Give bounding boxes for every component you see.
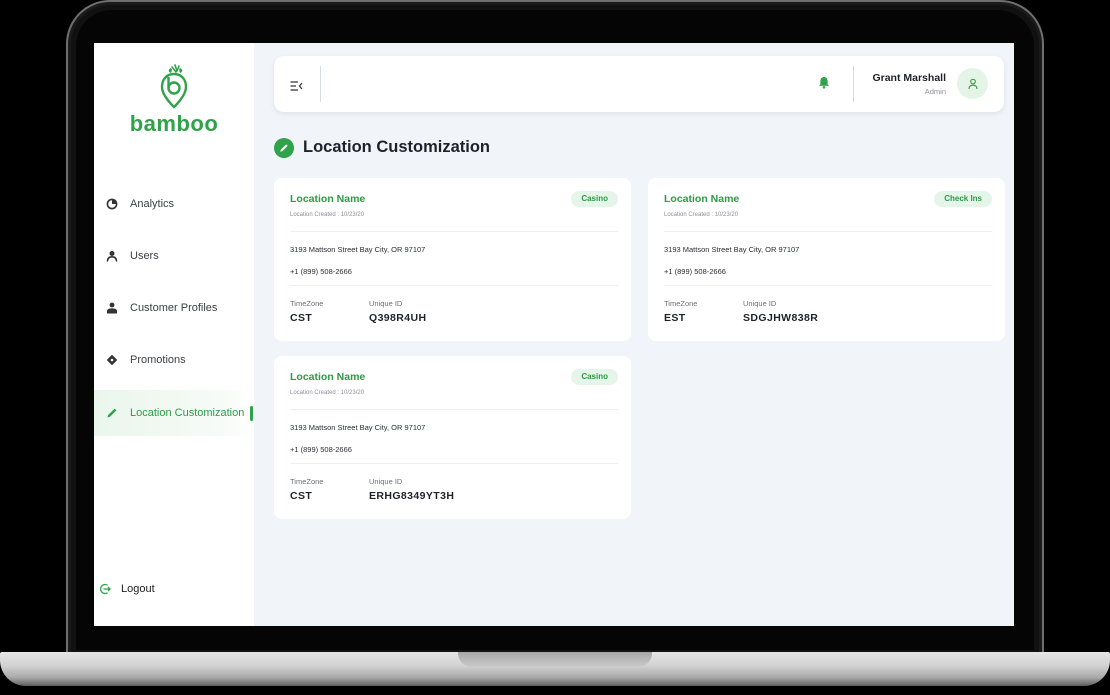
category-badge: Casino — [571, 191, 618, 207]
timezone-label: TimeZone — [664, 299, 698, 308]
logout-icon — [99, 583, 111, 595]
location-card[interactable]: Location Name Location Created : 10/23/2… — [274, 356, 631, 519]
location-created: Location Created : 10/23/20 — [290, 212, 365, 218]
location-created: Location Created : 10/23/20 — [290, 390, 365, 396]
sidebar-item-label: Promotions — [130, 354, 186, 366]
sidebar-item-label: Customer Profiles — [130, 302, 218, 314]
user-name[interactable]: Grant Marshall — [872, 72, 946, 84]
app-screen: bamboo Analytics Users Customer Profiles — [94, 43, 1014, 626]
location-address: 3193 Mattson Street Bay City, OR 97107 — [664, 245, 800, 254]
tag-icon — [104, 352, 120, 368]
sidebar-item-label: Location Customization — [130, 407, 245, 419]
location-phone: +1 (899) 508-2666 — [664, 267, 726, 276]
profiles-icon — [104, 300, 120, 316]
user-avatar-icon — [967, 78, 978, 89]
category-badge: Check Ins — [934, 191, 992, 207]
location-name[interactable]: Location Name — [290, 193, 365, 205]
location-phone: +1 (899) 508-2666 — [290, 445, 352, 454]
pie-chart-icon — [104, 196, 120, 212]
unique-id-value: SDGJHW838R — [743, 312, 819, 324]
location-phone: +1 (899) 508-2666 — [290, 267, 352, 276]
timezone-value: EST — [664, 312, 686, 324]
unique-id-value: ERHG8349YT3H — [369, 490, 455, 502]
divider — [290, 409, 618, 410]
timezone-value: CST — [290, 490, 313, 502]
divider — [320, 66, 321, 102]
laptop-notch — [458, 652, 652, 667]
divider — [853, 66, 854, 102]
location-name[interactable]: Location Name — [664, 193, 739, 205]
location-card[interactable]: Location Name Location Created : 10/23/2… — [648, 178, 1005, 341]
timezone-label: TimeZone — [290, 477, 324, 486]
divider — [290, 285, 618, 286]
location-address: 3193 Mattson Street Bay City, OR 97107 — [290, 423, 426, 432]
page-title: Location Customization — [303, 138, 490, 156]
menu-collapse-icon[interactable] — [290, 78, 303, 96]
unique-id-label: Unique ID — [743, 299, 777, 308]
bell-icon[interactable] — [818, 76, 830, 94]
timezone-value: CST — [290, 312, 313, 324]
pencil-icon — [104, 405, 120, 421]
unique-id-label: Unique ID — [369, 299, 403, 308]
sidebar-item-customer-profiles[interactable]: Customer Profiles — [94, 285, 254, 331]
location-created: Location Created : 10/23/20 — [664, 212, 739, 218]
divider — [290, 231, 618, 232]
unique-id-label: Unique ID — [369, 477, 403, 486]
divider — [290, 463, 618, 464]
logout-button[interactable]: Logout — [99, 583, 155, 595]
location-address: 3193 Mattson Street Bay City, OR 97107 — [290, 245, 426, 254]
sidebar-item-users[interactable]: Users — [94, 233, 254, 279]
brand-logo[interactable]: bamboo — [94, 63, 254, 136]
active-indicator — [250, 406, 253, 421]
sidebar-item-location-customization[interactable]: Location Customization — [94, 390, 254, 436]
user-icon — [104, 248, 120, 264]
sidebar-item-analytics[interactable]: Analytics — [94, 181, 254, 227]
location-card[interactable]: Location Name Location Created : 10/23/2… — [274, 178, 631, 341]
category-badge: Casino — [571, 369, 618, 385]
timezone-label: TimeZone — [290, 299, 324, 308]
user-role: Admin — [924, 87, 946, 96]
avatar[interactable] — [957, 68, 988, 99]
sidebar-item-label: Analytics — [130, 198, 175, 210]
location-name[interactable]: Location Name — [290, 371, 365, 383]
sidebar-item-label: Users — [130, 250, 159, 262]
logout-label: Logout — [121, 583, 155, 595]
unique-id-value: Q398R4UH — [369, 312, 427, 324]
bamboo-logo-icon — [160, 64, 188, 109]
divider — [664, 231, 992, 232]
sidebar: bamboo Analytics Users Customer Profiles — [94, 43, 254, 626]
top-bar: Grant Marshall Admin — [274, 56, 1004, 112]
sidebar-item-promotions[interactable]: Promotions — [94, 337, 254, 383]
divider — [664, 285, 992, 286]
page-title-pencil-icon — [274, 138, 294, 158]
brand-name: bamboo — [129, 111, 219, 136]
